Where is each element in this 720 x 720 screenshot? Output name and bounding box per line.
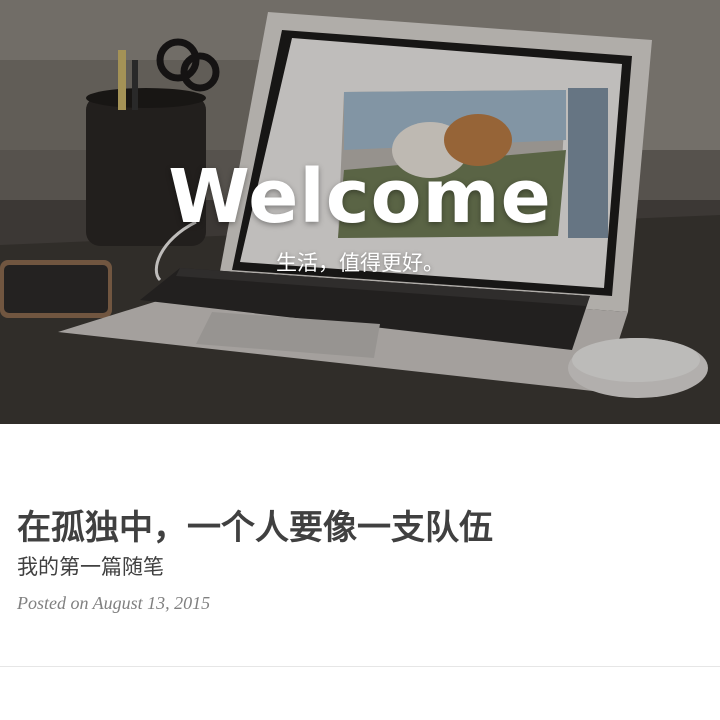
site-subheading: 生活，值得更好。	[276, 251, 444, 275]
post-preview[interactable]: 在孤独中，一个人要像一支队伍 我的第一篇随笔 Posted on August …	[0, 424, 720, 666]
site-heading: Welcome	[168, 154, 552, 240]
post-subtitle: 我的第一篇随笔	[17, 555, 164, 579]
post-title-link[interactable]: 在孤独中，一个人要像一支队伍	[17, 506, 493, 550]
post-divider	[0, 666, 720, 667]
header-hero: Welcome 生活，值得更好。	[0, 0, 720, 424]
post-meta: Posted on August 13, 2015	[17, 593, 211, 613]
